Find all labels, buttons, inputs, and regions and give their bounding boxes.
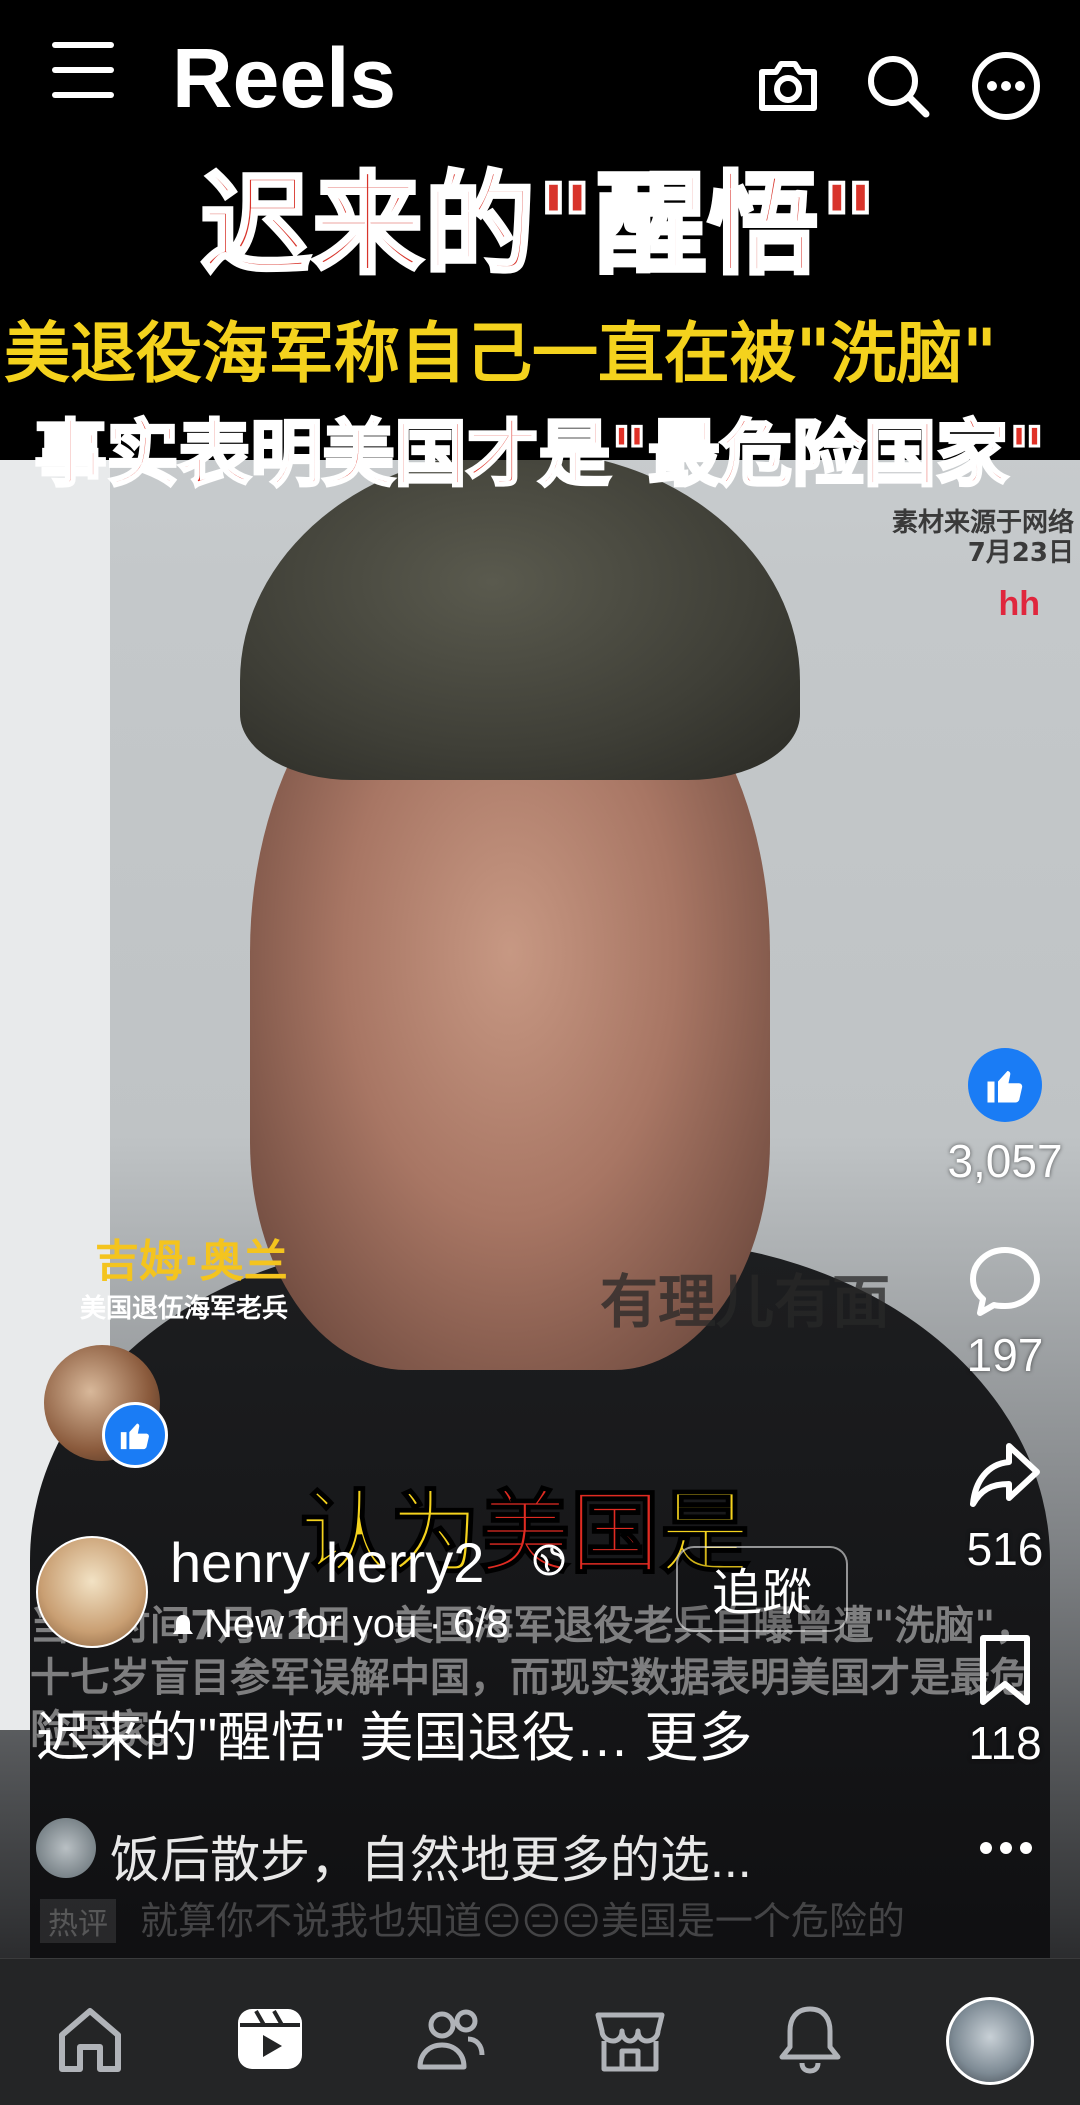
menu-icon[interactable] [52, 42, 114, 102]
reels-icon[interactable] [230, 1999, 310, 2079]
video-hot-comment: 热评 就算你不说我也知道😑😑😑美国是一个危险的 [40, 1890, 905, 1945]
like-badge-icon [102, 1402, 168, 1468]
caption-part2: 美国 [479, 1480, 661, 1587]
like-count: 3,057 [947, 1135, 1063, 1187]
video-source-note: 素材来源于网络 7月23日 [892, 508, 1074, 568]
save-count: 118 [968, 1717, 1042, 1769]
marketplace-icon[interactable] [590, 1999, 670, 2079]
share-icon[interactable] [967, 1438, 1043, 1514]
source-note-line2: 7月23日 [967, 538, 1074, 568]
comment-action[interactable]: 197 [930, 1244, 1080, 1382]
notification-bell-icon [173, 1615, 193, 1634]
friends-icon[interactable] [410, 1999, 490, 2079]
save-action[interactable]: 118 [930, 1632, 1080, 1770]
hot-comment-text: 就算你不说我也知道😑😑😑美国是一个危险的 [140, 1901, 905, 1943]
more-options-icon[interactable] [976, 1838, 1036, 1858]
source-note-line1: 素材来源于网络 [891, 508, 1074, 538]
home-icon[interactable] [50, 1999, 130, 2079]
reel-description[interactable]: 迟来的"醒悟" 美国退役… 更多 [36, 1693, 752, 1772]
profile-avatar[interactable] [946, 1997, 1034, 2085]
share-action[interactable]: 516 [930, 1438, 1080, 1576]
reel-meta: New for you · 6/8 [172, 1602, 509, 1647]
comment-icon[interactable] [967, 1244, 1043, 1320]
comment-count: 197 [966, 1329, 1044, 1381]
more-icon[interactable] [970, 50, 1042, 122]
video-name-tag: 吉姆·奥兰 [95, 1236, 288, 1287]
globe-icon [533, 1544, 565, 1576]
video-name-subtitle: 美国退伍海军老兵 [80, 1294, 289, 1324]
notifications-icon[interactable] [770, 1999, 850, 2079]
like-action[interactable]: 3,057 [930, 1048, 1080, 1188]
follow-button[interactable]: 追蹤 [676, 1546, 848, 1632]
commenter-avatar [36, 1818, 96, 1878]
like-icon[interactable] [968, 1048, 1042, 1122]
camera-icon[interactable] [752, 50, 824, 122]
reel-meta-text: New for you · 6/8 [204, 1602, 509, 1646]
author-avatar[interactable] [36, 1536, 148, 1648]
video-headline-yellow: 美退役海军称自己一直在被"洗脑" [4, 315, 997, 392]
search-icon[interactable] [862, 50, 934, 122]
video-watermark: 有理儿有面 [600, 1268, 891, 1336]
bookmark-icon[interactable] [975, 1632, 1035, 1708]
page-title: Reels [172, 31, 397, 125]
video-headline-red: 事实表明美国才是"最危险国家" [33, 411, 1047, 498]
share-count: 516 [966, 1523, 1044, 1575]
hot-comment-tag: 热评 [40, 1899, 116, 1943]
video-channel-mark: hh [998, 585, 1040, 623]
comment-preview-text[interactable]: 饭后散步，自然地更多的选... [110, 1820, 752, 1892]
comment-preview[interactable]: 饭后散步，自然地更多的选... [0, 1800, 1080, 1900]
author-name[interactable]: henry herry2 [170, 1530, 484, 1595]
top-bar: Reels [0, 0, 1080, 160]
bottom-navigation [0, 1958, 1080, 2105]
